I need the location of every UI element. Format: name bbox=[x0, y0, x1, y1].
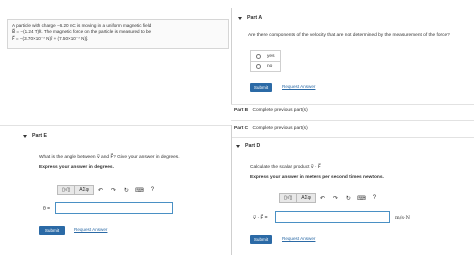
option-yes-label: yes bbox=[267, 53, 275, 59]
part-e-instruction: Express your answer in degrees. bbox=[39, 165, 114, 170]
template-group: ▯√▯ ΑΣφ bbox=[279, 193, 316, 203]
undo-icon[interactable]: ↶ bbox=[316, 195, 329, 202]
part-a-options: yes no bbox=[250, 50, 281, 72]
collapse-triangle-icon bbox=[236, 144, 240, 148]
part-d-unit: m/s·N bbox=[395, 215, 410, 221]
collapse-triangle-icon bbox=[238, 16, 242, 20]
part-b-row: Part B Complete previous part(s) bbox=[234, 108, 308, 113]
help-icon[interactable]: ? bbox=[146, 187, 159, 193]
template-group: ▯√▯ ΑΣφ bbox=[57, 185, 94, 195]
divider-part-e bbox=[0, 125, 231, 126]
radio-circle-icon[interactable] bbox=[256, 64, 261, 69]
templates-button[interactable]: ▯√▯ bbox=[280, 194, 296, 202]
symbols-button[interactable]: ΑΣφ bbox=[74, 186, 93, 194]
reset-icon[interactable]: ↻ bbox=[120, 187, 133, 194]
radio-circle-icon[interactable] bbox=[256, 53, 261, 59]
problem-line-3: F⃗ = −(3.70×10⁻⁷ N)î + (7.50×10⁻⁷ N)ĵ. bbox=[12, 35, 89, 41]
option-no-label: no bbox=[267, 64, 273, 69]
collapse-triangle-icon bbox=[23, 134, 27, 138]
part-c-label: Part C bbox=[234, 126, 249, 131]
part-a-title: Part A bbox=[247, 15, 263, 21]
part-e-header[interactable]: Part E bbox=[23, 133, 47, 139]
help-icon[interactable]: ? bbox=[368, 195, 381, 201]
part-a-submit-button[interactable]: Submit bbox=[250, 83, 272, 92]
option-yes[interactable]: yes bbox=[251, 51, 280, 61]
symbols-button[interactable]: ΑΣφ bbox=[296, 194, 315, 202]
divider-part-d bbox=[231, 137, 474, 138]
part-e-request-answer-link[interactable]: Request Answer bbox=[74, 227, 107, 232]
theta-label: θ = bbox=[43, 206, 51, 212]
part-b-label: Part B bbox=[234, 108, 249, 113]
problem-statement: A particle with charge −6.20 nC is movin… bbox=[7, 19, 229, 49]
part-d-submit-button[interactable]: Submit bbox=[250, 235, 272, 244]
part-a-question: Are there components of the velocity tha… bbox=[248, 33, 450, 38]
part-d-answer-input[interactable] bbox=[275, 211, 390, 223]
divider-part-c bbox=[231, 120, 474, 121]
part-e-submit-button[interactable]: Submit bbox=[39, 226, 65, 235]
dot-product-label: v⃗ · F⃗ = bbox=[253, 215, 268, 221]
part-d-request-answer-link[interactable]: Request Answer bbox=[282, 236, 315, 241]
part-c-row: Part C Complete previous part(s) bbox=[234, 126, 308, 131]
redo-icon[interactable]: ↷ bbox=[107, 187, 120, 194]
part-e-question: What is the angle between v⃗ and F⃗? Giv… bbox=[39, 155, 180, 160]
reset-icon[interactable]: ↻ bbox=[342, 195, 355, 202]
undo-icon[interactable]: ↶ bbox=[94, 187, 107, 194]
keyboard-icon[interactable]: ⌨ bbox=[133, 187, 146, 194]
redo-icon[interactable]: ↷ bbox=[329, 195, 342, 202]
keyboard-icon[interactable]: ⌨ bbox=[355, 195, 368, 202]
part-e-answer-input[interactable] bbox=[55, 202, 173, 214]
divider-right-top bbox=[231, 8, 232, 104]
templates-button[interactable]: ▯√▯ bbox=[58, 186, 74, 194]
divider-left-bottom bbox=[231, 125, 232, 255]
part-e-title: Part E bbox=[32, 133, 47, 139]
divider-part-b bbox=[231, 104, 474, 105]
part-d-title: Part D bbox=[245, 143, 261, 149]
part-d-instruction: Express your answer in meters per second… bbox=[250, 175, 384, 180]
option-no[interactable]: no bbox=[251, 61, 280, 71]
part-a-request-answer-link[interactable]: Request Answer bbox=[282, 84, 315, 89]
part-b-status: Complete previous part(s) bbox=[252, 108, 308, 113]
part-a-header[interactable]: Part A bbox=[238, 15, 262, 21]
part-e-toolbar: ▯√▯ ΑΣφ ↶ ↷ ↻ ⌨ ? bbox=[57, 184, 159, 196]
part-c-status: Complete previous part(s) bbox=[252, 126, 308, 131]
part-d-question: Calculate the scalar product v⃗ · F⃗ bbox=[250, 165, 321, 170]
part-d-toolbar: ▯√▯ ΑΣφ ↶ ↷ ↻ ⌨ ? bbox=[279, 192, 381, 204]
part-d-header[interactable]: Part D bbox=[236, 143, 260, 149]
